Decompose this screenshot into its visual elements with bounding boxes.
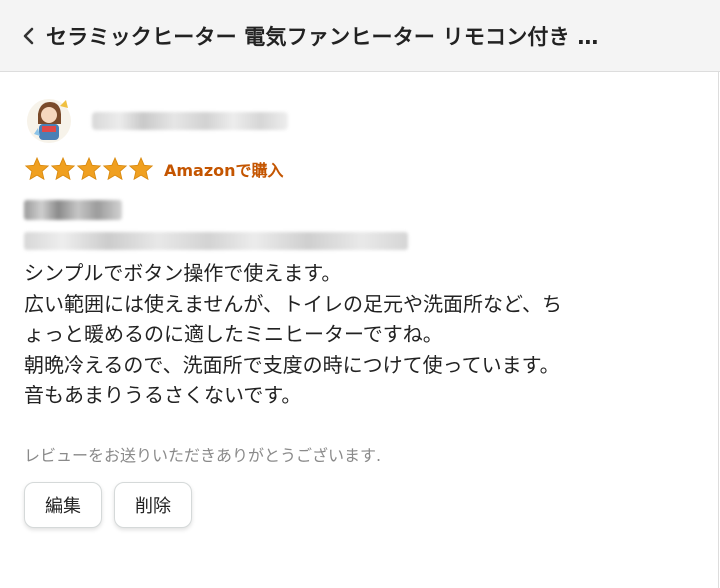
delete-button[interactable]: 削除: [114, 482, 192, 528]
star-icon: [102, 156, 128, 181]
reviewer-name-redacted: [92, 112, 288, 130]
product-title: セラミックヒーター 電気ファンヒーター リモコン付き …: [46, 24, 599, 49]
review-line: シンプルでボタン操作で使えます。: [24, 261, 342, 285]
star-icon: [24, 156, 50, 181]
avatar: [27, 99, 71, 143]
review-line: 音もあまりうるさくないです。: [24, 383, 302, 407]
review-body: シンプルでボタン操作で使えます。 広い範囲には使えませんが、トイレの足元や洗面所…: [24, 258, 704, 411]
review-title-redacted: [24, 200, 122, 220]
review-line: 朝晩冷えるので、洗面所で支度の時につけて使っています。: [24, 352, 560, 377]
rating-row: Amazonで購入: [24, 156, 284, 182]
edit-button[interactable]: 編集: [24, 482, 102, 528]
page-header: セラミックヒーター 電気ファンヒーター リモコン付き …: [0, 0, 720, 72]
star-icon: [50, 156, 76, 181]
chevron-left-icon: [23, 27, 34, 44]
review-meta-redacted: [24, 232, 408, 250]
thanks-note: レビューをお送りいただきありがとうございます.: [24, 446, 382, 465]
star-icon: [76, 156, 102, 181]
review-line: ょっと暖めるのに適したミニヒーターですね。: [24, 322, 443, 346]
star-icon: [128, 156, 154, 181]
star-rating: [24, 156, 154, 182]
action-buttons: 編集 削除: [24, 482, 204, 528]
review-line: 広い範囲には使えませんが、トイレの足元や洗面所など、ち: [24, 291, 562, 316]
review-card: Amazonで購入 シンプルでボタン操作で使えます。 広い範囲には使えませんが、…: [0, 72, 719, 588]
purchase-badge: Amazonで購入: [164, 161, 284, 180]
back-button[interactable]: [14, 16, 44, 56]
